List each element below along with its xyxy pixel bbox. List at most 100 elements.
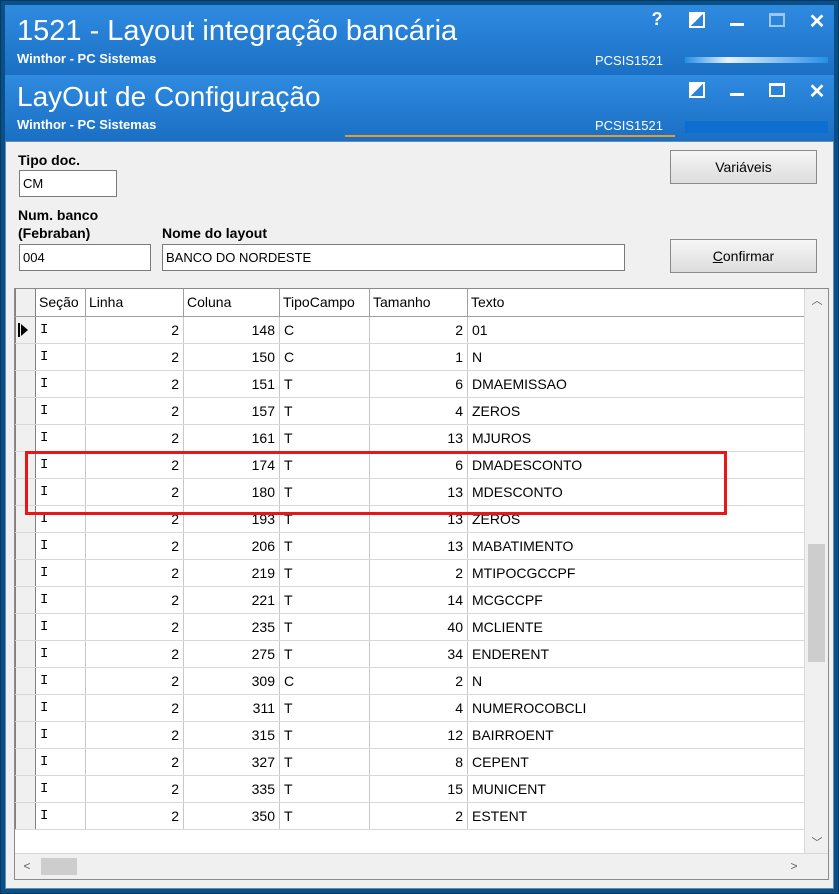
cell-linha[interactable]: 2	[85, 802, 184, 830]
cell-linha[interactable]: 2	[85, 424, 184, 452]
cell-tipocampo[interactable]: T	[279, 451, 370, 479]
cell-secao[interactable]: I	[35, 694, 86, 722]
table-row[interactable]: I 2 327 T 8 CEPENT	[15, 748, 808, 776]
row-indicator[interactable]	[15, 559, 36, 587]
cell-coluna[interactable]: 219	[183, 559, 280, 587]
row-indicator[interactable]	[15, 802, 36, 830]
cell-coluna[interactable]: 221	[183, 586, 280, 614]
cell-texto[interactable]: MABATIMENTO	[467, 532, 808, 560]
cell-coluna[interactable]: 335	[183, 775, 280, 803]
horizontal-scrollbar[interactable]: < >	[15, 853, 828, 879]
cell-coluna[interactable]: 206	[183, 532, 280, 560]
cell-secao[interactable]: I	[35, 505, 86, 533]
cell-secao[interactable]: I	[35, 667, 86, 695]
cell-tipocampo[interactable]: T	[279, 559, 370, 587]
column-header-tamanho[interactable]: Tamanho	[369, 289, 468, 317]
cell-secao[interactable]: I	[35, 343, 86, 371]
cell-coluna[interactable]: 327	[183, 748, 280, 776]
cell-texto[interactable]: MUNICENT	[467, 775, 808, 803]
table-row[interactable]: I 2 151 T 6 DMAEMISSAO	[15, 370, 808, 398]
cell-coluna[interactable]: 235	[183, 613, 280, 641]
cell-linha[interactable]: 2	[85, 775, 184, 803]
row-indicator[interactable]	[15, 775, 36, 803]
cell-tipocampo[interactable]: T	[279, 370, 370, 398]
minimize-icon[interactable]	[726, 79, 748, 104]
cell-tamanho[interactable]: 2	[369, 667, 468, 695]
help-button[interactable]: ?	[646, 9, 668, 34]
cell-tamanho[interactable]: 6	[369, 451, 468, 479]
cell-linha[interactable]: 2	[85, 721, 184, 749]
table-row[interactable]: I 2 350 T 2 ESTENT	[15, 802, 808, 830]
cell-texto[interactable]: DMAEMISSAO	[467, 370, 808, 398]
cell-linha[interactable]: 2	[85, 667, 184, 695]
cell-tipocampo[interactable]: T	[279, 586, 370, 614]
cell-coluna[interactable]: 161	[183, 424, 280, 452]
cell-linha[interactable]: 2	[85, 586, 184, 614]
cell-texto[interactable]: MCGCCPF	[467, 586, 808, 614]
cell-secao[interactable]: I	[35, 397, 86, 425]
column-header-tipocampo[interactable]: TipoCampo	[279, 289, 370, 317]
cell-secao[interactable]: I	[35, 775, 86, 803]
row-indicator[interactable]	[15, 613, 36, 641]
cell-tamanho[interactable]: 8	[369, 748, 468, 776]
column-header-secao[interactable]: Seção	[35, 289, 86, 317]
cell-tipocampo[interactable]: C	[279, 343, 370, 371]
cell-linha[interactable]: 2	[85, 370, 184, 398]
row-indicator[interactable]	[15, 694, 36, 722]
cell-secao[interactable]: I	[35, 478, 86, 506]
outer-titlebar[interactable]: 1521 - Layout integração bancária Wintho…	[5, 5, 834, 77]
table-row[interactable]: I 2 180 T 13 MDESCONTO	[15, 478, 808, 506]
row-indicator[interactable]	[15, 640, 36, 668]
cell-tamanho[interactable]: 2	[369, 316, 468, 344]
table-row[interactable]: I 2 157 T 4 ZEROS	[15, 397, 808, 425]
cell-coluna[interactable]: 157	[183, 397, 280, 425]
cell-texto[interactable]: MTIPOCGCCPF	[467, 559, 808, 587]
cell-secao[interactable]: I	[35, 802, 86, 830]
column-header-linha[interactable]: Linha	[85, 289, 184, 317]
cell-tipocampo[interactable]: T	[279, 640, 370, 668]
table-row[interactable]: I 2 311 T 4 NUMEROCOBCLI	[15, 694, 808, 722]
cell-tamanho[interactable]: 6	[369, 370, 468, 398]
cell-texto[interactable]: ENDERENT	[467, 640, 808, 668]
cell-linha[interactable]: 2	[85, 397, 184, 425]
cell-linha[interactable]: 2	[85, 559, 184, 587]
table-row[interactable]: I 2 235 T 40 MCLIENTE	[15, 613, 808, 641]
cell-secao[interactable]: I	[35, 721, 86, 749]
cell-tamanho[interactable]: 13	[369, 424, 468, 452]
cell-tipocampo[interactable]: T	[279, 748, 370, 776]
cell-tamanho[interactable]: 4	[369, 694, 468, 722]
cell-texto[interactable]: MJUROS	[467, 424, 808, 452]
vertical-scrollbar[interactable]: ︿ ﹀	[804, 289, 828, 855]
cell-coluna[interactable]: 150	[183, 343, 280, 371]
cell-texto[interactable]: NUMEROCOBCLI	[467, 694, 808, 722]
cell-linha[interactable]: 2	[85, 532, 184, 560]
cell-secao[interactable]: I	[35, 586, 86, 614]
cell-tamanho[interactable]: 15	[369, 775, 468, 803]
variaveis-button[interactable]: Variáveis	[670, 150, 817, 184]
cell-texto[interactable]: BAIRROENT	[467, 721, 808, 749]
tipo-doc-field[interactable]: CM	[19, 170, 117, 197]
cell-tipocampo[interactable]: T	[279, 505, 370, 533]
row-indicator[interactable]	[15, 370, 36, 398]
row-indicator[interactable]	[15, 532, 36, 560]
cell-secao[interactable]: I	[35, 370, 86, 398]
horizontal-scroll-thumb[interactable]	[41, 858, 77, 875]
cell-linha[interactable]: 2	[85, 748, 184, 776]
cell-linha[interactable]: 2	[85, 613, 184, 641]
cell-coluna[interactable]: 151	[183, 370, 280, 398]
cell-tamanho[interactable]: 2	[369, 559, 468, 587]
cell-tamanho[interactable]: 12	[369, 721, 468, 749]
row-indicator[interactable]	[15, 343, 36, 371]
cell-tamanho[interactable]: 13	[369, 532, 468, 560]
cell-tamanho[interactable]: 14	[369, 586, 468, 614]
cell-linha[interactable]: 2	[85, 316, 184, 344]
table-row[interactable]: I 2 335 T 15 MUNICENT	[15, 775, 808, 803]
scroll-down-icon[interactable]: ﹀	[805, 833, 828, 853]
cell-tamanho[interactable]: 40	[369, 613, 468, 641]
cell-tipocampo[interactable]: T	[279, 775, 370, 803]
cell-coluna[interactable]: 350	[183, 802, 280, 830]
cell-tipocampo[interactable]: T	[279, 424, 370, 452]
table-row[interactable]: I 2 275 T 34 ENDERENT	[15, 640, 808, 668]
cell-tipocampo[interactable]: T	[279, 613, 370, 641]
scroll-right-icon[interactable]: >	[782, 854, 806, 878]
